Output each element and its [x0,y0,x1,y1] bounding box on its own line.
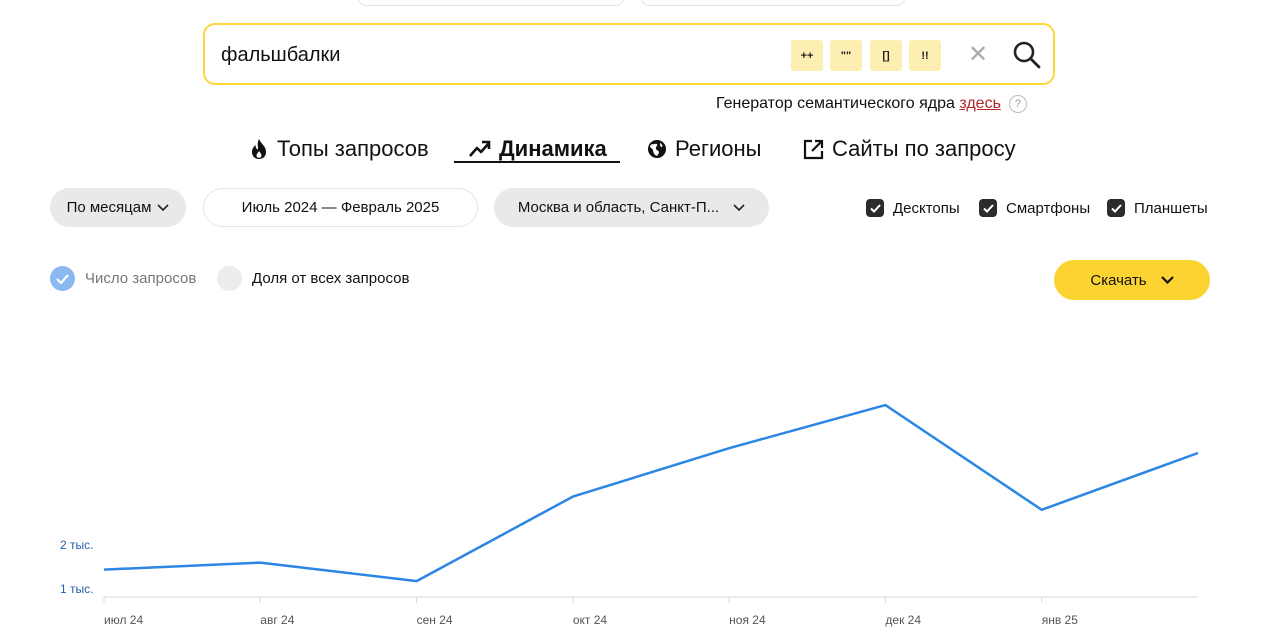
region-dropdown-label: Москва и область, Санкт-П... [517,199,720,216]
download-button[interactable]: Скачать [1054,260,1210,300]
check-icon [866,199,884,217]
date-range-picker[interactable]: Июль 2024 — Февраль 2025 [203,188,478,227]
device-tablet-label: Планшеты [1134,199,1208,217]
top-control-right[interactable] [640,0,906,6]
tab-regions[interactable]: Регионы [647,134,761,164]
data-point[interactable] [254,557,266,569]
x-tick-label: июл 24 [104,613,143,627]
y-tick-label: 1 тыс. [60,582,93,596]
data-point[interactable] [98,564,110,576]
metric-share-label: Доля от всех запросов [252,270,410,287]
close-icon[interactable]: ✕ [965,41,991,69]
data-point[interactable] [1036,504,1048,516]
data-point[interactable] [879,399,891,411]
device-desktop-checkbox[interactable]: Десктопы [866,199,960,217]
operator-plus-button[interactable]: ++ [791,40,823,71]
tab-sites-label: Сайты по запросу [832,136,1016,161]
fire-icon [252,139,266,159]
globe-icon [648,140,666,158]
region-dropdown[interactable]: Москва и область, Санкт-П... [494,188,769,227]
tabs: Топы запросов Динамика Регионы Сайты по … [0,134,1280,166]
period-dropdown[interactable]: По месяцам [50,188,186,227]
search-box: ++ "" [] !! ✕ [203,23,1055,85]
data-point[interactable] [411,575,423,587]
x-tick-label: авг 24 [260,613,294,627]
active-tab-underline [454,161,620,163]
check-icon [1107,199,1125,217]
tab-regions-label: Регионы [675,136,762,161]
chevron-down-icon [1160,276,1174,284]
tab-dynamics-label: Динамика [499,136,607,161]
search-icon[interactable] [1011,39,1043,71]
check-icon [979,199,997,217]
x-tick-label: окт 24 [573,613,608,627]
data-point[interactable] [1192,447,1204,459]
download-button-label: Скачать [1090,271,1147,289]
operator-brackets-button[interactable]: [] [870,40,902,71]
x-tick-label: ноя 24 [729,613,766,627]
tab-top-queries[interactable]: Топы запросов [249,134,429,164]
tab-top-queries-label: Топы запросов [277,136,429,161]
metric-count-label: Число запросов [85,270,197,287]
chevron-down-icon [733,203,745,211]
semantic-core-text: Генератор семантического ядра [716,95,960,112]
data-point[interactable] [567,491,579,503]
x-tick-label: янв 25 [1042,613,1079,627]
device-smartphone-checkbox[interactable]: Смартфоны [979,199,1090,217]
period-dropdown-label: По месяцам [66,199,152,216]
radio-checked-icon [50,266,75,291]
series-line [103,403,1199,583]
x-tick-label: дек 24 [885,613,921,627]
operator-exclamation-button[interactable]: !! [909,40,941,71]
chevron-down-icon [157,203,169,211]
device-smartphone-label: Смартфоны [1006,199,1091,217]
y-tick-label: 2 тыс. [60,538,93,552]
date-range-label: Июль 2024 — Февраль 2025 [241,199,440,216]
semantic-core-link[interactable]: здесь [959,95,1001,112]
search-input[interactable] [219,39,783,71]
dynamics-chart: июл 24 авг 24 сен 24 окт 24 ноя 24 дек 24 янв … [60,399,1204,627]
device-tablet-checkbox[interactable]: Планшеты [1107,199,1208,217]
metric-count-radio[interactable]: Число запросов [50,266,196,291]
semantic-core-hint: Генератор семантического ядра здесь? [716,95,1027,113]
external-link-icon [803,139,824,159]
radio-unchecked-icon [217,266,242,291]
data-point[interactable] [723,442,735,454]
x-tick-label: сен 24 [417,613,453,627]
operator-quotes-button[interactable]: "" [830,40,862,71]
device-desktop-label: Десктопы [893,199,960,217]
tab-dynamics[interactable]: Динамика [469,134,607,164]
trend-icon [469,140,491,157]
metric-share-radio[interactable]: Доля от всех запросов [217,266,409,291]
top-control-left[interactable] [357,0,625,6]
help-icon[interactable]: ? [1008,95,1027,113]
tab-sites[interactable]: Сайты по запросу [803,134,1016,164]
